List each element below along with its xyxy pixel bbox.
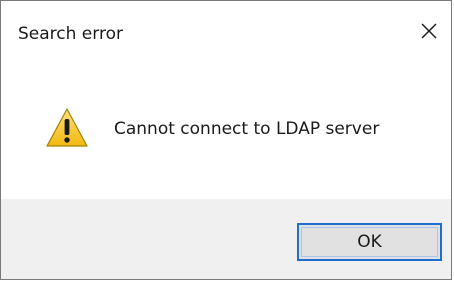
ok-button[interactable]: OK bbox=[297, 223, 442, 261]
warning-icon bbox=[46, 108, 88, 147]
title-bar: Search error bbox=[1, 1, 451, 61]
close-icon bbox=[421, 23, 437, 39]
dialog-footer: OK bbox=[1, 199, 451, 279]
ok-button-label: OK bbox=[357, 232, 382, 252]
error-message: Cannot connect to LDAP server bbox=[114, 119, 380, 139]
dialog-content: Cannot connect to LDAP server bbox=[1, 61, 451, 199]
dialog-title: Search error bbox=[18, 24, 123, 44]
close-button[interactable] bbox=[407, 11, 451, 51]
error-dialog: Search error Cannot connect to LDAP serv… bbox=[0, 0, 452, 280]
